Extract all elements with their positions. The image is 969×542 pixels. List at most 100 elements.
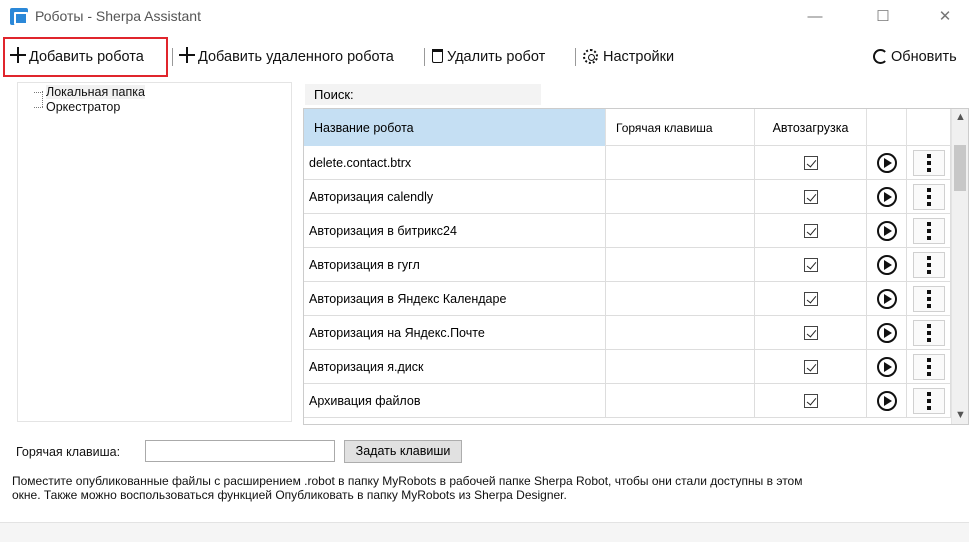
more-button[interactable]: [912, 252, 945, 278]
column-header-autoload[interactable]: Автозагрузка: [755, 109, 867, 146]
robot-hotkey: [606, 282, 755, 316]
robot-hotkey: [606, 248, 755, 282]
column-header-run: [867, 109, 907, 146]
run-cell: [867, 248, 907, 282]
more-vertical-icon: [926, 290, 931, 308]
more-button[interactable]: [912, 184, 945, 210]
set-keys-button[interactable]: Задать клавиши: [344, 440, 462, 463]
settings-button[interactable]: Настройки: [583, 45, 674, 69]
add-remote-robot-button[interactable]: Добавить удаленного робота: [179, 45, 394, 69]
robot-name: Авторизация на Яндекс.Почте: [304, 316, 606, 350]
more-vertical-icon: [926, 256, 931, 274]
play-icon[interactable]: [876, 153, 897, 173]
autoload-cell: [755, 316, 867, 350]
more-button[interactable]: [912, 150, 945, 176]
hint-line: Поместите опубликованные файлы с расшире…: [12, 474, 803, 488]
play-icon[interactable]: [876, 323, 897, 343]
delete-robot-button[interactable]: Удалить робот: [432, 45, 545, 69]
robot-hotkey: [606, 146, 755, 180]
more-button[interactable]: [912, 320, 945, 346]
close-button[interactable]: ✕: [930, 6, 960, 28]
menu-cell: [907, 350, 951, 384]
robot-hotkey: [606, 350, 755, 384]
toolbar-separator: [424, 48, 425, 66]
add-robot-highlight: [3, 37, 168, 77]
column-header-menu: [907, 109, 951, 146]
tree-item-orchestrator[interactable]: Оркестратор: [33, 100, 120, 114]
autoload-checkbox[interactable]: [803, 326, 818, 340]
hint-text: Поместите опубликованные файлы с расшире…: [12, 474, 962, 502]
menu-cell: [907, 282, 951, 316]
more-vertical-icon: [926, 358, 931, 376]
toolbar-separator: [575, 48, 576, 66]
table-row[interactable]: Авторизация в битрикс24: [304, 214, 951, 248]
play-icon[interactable]: [876, 255, 897, 275]
autoload-checkbox[interactable]: [803, 190, 818, 204]
autoload-checkbox[interactable]: [803, 360, 818, 374]
hotkey-label: Горячая клавиша:: [16, 445, 121, 459]
hint-line: окне. Также можно воспользоваться функци…: [12, 488, 567, 502]
play-icon[interactable]: [876, 187, 897, 207]
autoload-cell: [755, 214, 867, 248]
trash-icon: [432, 49, 443, 63]
play-icon[interactable]: [876, 357, 897, 377]
run-cell: [867, 146, 907, 180]
status-bar: [0, 522, 969, 542]
minimize-button[interactable]: —: [800, 6, 830, 28]
table-row[interactable]: Авторизация я.диск: [304, 350, 951, 384]
robot-name: Авторизация в битрикс24: [304, 214, 606, 248]
autoload-checkbox[interactable]: [803, 292, 818, 306]
menu-cell: [907, 384, 951, 418]
table-row[interactable]: Авторизация в гугл: [304, 248, 951, 282]
scroll-thumb[interactable]: [954, 145, 966, 191]
autoload-checkbox[interactable]: [803, 224, 818, 238]
robot-hotkey: [606, 316, 755, 350]
maximize-button[interactable]: ☐: [868, 6, 898, 28]
run-cell: [867, 350, 907, 384]
autoload-checkbox[interactable]: [803, 258, 818, 272]
plus-icon: [179, 47, 195, 63]
run-cell: [867, 214, 907, 248]
menu-cell: [907, 248, 951, 282]
autoload-cell: [755, 384, 867, 418]
menu-cell: [907, 316, 951, 350]
more-button[interactable]: [912, 354, 945, 380]
refresh-icon: [873, 49, 888, 64]
robot-name: Авторизация в Яндекс Календаре: [304, 282, 606, 316]
menu-cell: [907, 180, 951, 214]
column-header-hotkey[interactable]: Горячая клавиша: [606, 109, 755, 146]
title-bar: Роботы - Sherpa Assistant — ☐ ✕: [0, 0, 969, 34]
run-cell: [867, 316, 907, 350]
column-header-name[interactable]: Название робота: [304, 109, 606, 146]
table-row[interactable]: Авторизация в Яндекс Календаре: [304, 282, 951, 316]
settings-label: Настройки: [603, 49, 675, 65]
more-button[interactable]: [912, 388, 945, 414]
table-row[interactable]: Архивация файлов: [304, 384, 951, 418]
gear-icon: [583, 49, 598, 64]
tree-item-label: Локальная папка: [46, 85, 145, 99]
add-remote-robot-label: Добавить удаленного робота: [198, 49, 394, 65]
autoload-checkbox[interactable]: [803, 394, 818, 408]
autoload-cell: [755, 282, 867, 316]
hotkey-input[interactable]: [145, 440, 335, 462]
play-icon[interactable]: [876, 289, 897, 309]
more-button[interactable]: [912, 218, 945, 244]
more-button[interactable]: [912, 286, 945, 312]
autoload-cell: [755, 248, 867, 282]
autoload-checkbox[interactable]: [803, 156, 818, 170]
refresh-button[interactable]: Обновить: [873, 45, 957, 69]
run-cell: [867, 282, 907, 316]
play-icon[interactable]: [876, 391, 897, 411]
table-row[interactable]: Авторизация на Яндекс.Почте: [304, 316, 951, 350]
scroll-up-icon[interactable]: ▲: [952, 109, 968, 126]
search-field[interactable]: Поиск:: [305, 84, 541, 105]
table-row[interactable]: Авторизация calendly: [304, 180, 951, 214]
toolbar-separator: [172, 48, 173, 66]
folder-tree[interactable]: Локальная папка Оркестратор: [17, 82, 292, 422]
table-row[interactable]: delete.contact.btrx: [304, 146, 951, 180]
vertical-scrollbar[interactable]: ▲ ▼: [951, 109, 968, 424]
play-icon[interactable]: [876, 221, 897, 241]
menu-cell: [907, 214, 951, 248]
tree-item-local-folder[interactable]: Локальная папка: [34, 85, 145, 99]
scroll-down-icon[interactable]: ▼: [952, 407, 968, 424]
